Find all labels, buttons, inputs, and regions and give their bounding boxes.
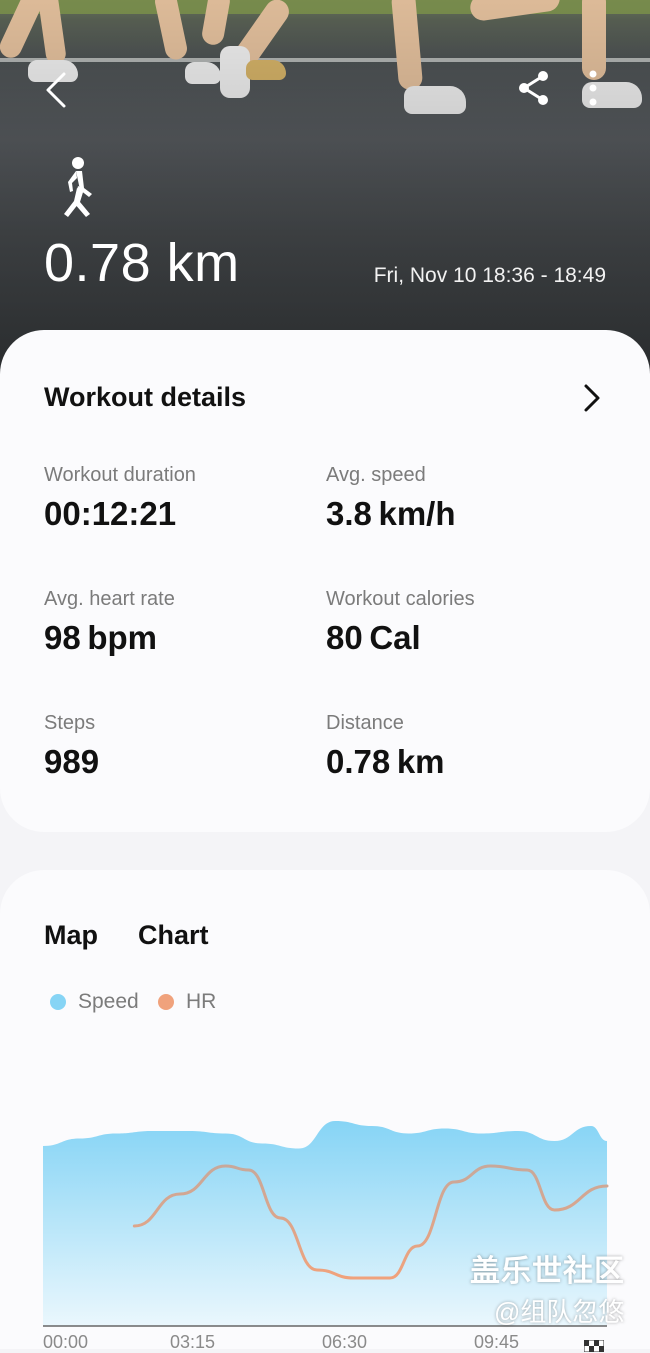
workout-details-card: Workout details Workout duration 00:12:2…: [0, 330, 650, 832]
stat-label: Workout duration: [44, 464, 196, 486]
x-tick-label: 03:15: [170, 1332, 216, 1352]
stat-value: 80 Cal: [326, 619, 421, 656]
watermark-community: 盖乐世社区: [470, 1255, 625, 1288]
watermark-author: @组队忽悠: [494, 1297, 625, 1327]
stat-distance: Distance 0.78 km: [326, 712, 445, 781]
more-vertical-icon[interactable]: [578, 66, 608, 110]
workout-details-title[interactable]: Workout details: [44, 382, 246, 413]
stat-label: Workout calories: [326, 588, 475, 610]
stat-avg-heart-rate: Avg. heart rate 98 bpm: [44, 588, 175, 657]
stat-value: 3.8 km/h: [326, 495, 456, 532]
stat-workout-duration: Workout duration 00:12:21: [44, 464, 196, 533]
walking-person-icon: [64, 157, 92, 217]
stat-workout-calories: Workout calories 80 Cal: [326, 588, 475, 657]
stat-steps: Steps 989: [44, 712, 99, 781]
back-arrow-icon[interactable]: [40, 70, 74, 110]
total-distance: 0.78 km: [44, 233, 240, 293]
workout-date-range: Fri, Nov 10 18:36 - 18:49: [373, 264, 606, 287]
stat-value: 0.78 km: [326, 743, 445, 780]
stat-label: Avg. heart rate: [44, 588, 175, 610]
finish-flag-icon: [584, 1340, 604, 1352]
workout-photo-header: 0.78 km Fri, Nov 10 18:36 - 18:49: [0, 0, 650, 380]
x-tick-label: 09:45: [474, 1332, 520, 1352]
stat-label: Distance: [326, 712, 404, 734]
stat-label: Steps: [44, 712, 96, 734]
x-tick-label: 06:30: [322, 1332, 368, 1352]
share-icon[interactable]: [514, 68, 554, 108]
stat-value: 98 bpm: [44, 619, 157, 656]
x-tick-label: 00:00: [43, 1332, 89, 1352]
stat-label: Avg. speed: [326, 464, 426, 486]
stat-value: 00:12:21: [44, 495, 177, 532]
stat-value: 989: [44, 743, 100, 780]
stat-avg-speed: Avg. speed 3.8 km/h: [326, 464, 456, 533]
chevron-right-icon[interactable]: [580, 382, 604, 414]
